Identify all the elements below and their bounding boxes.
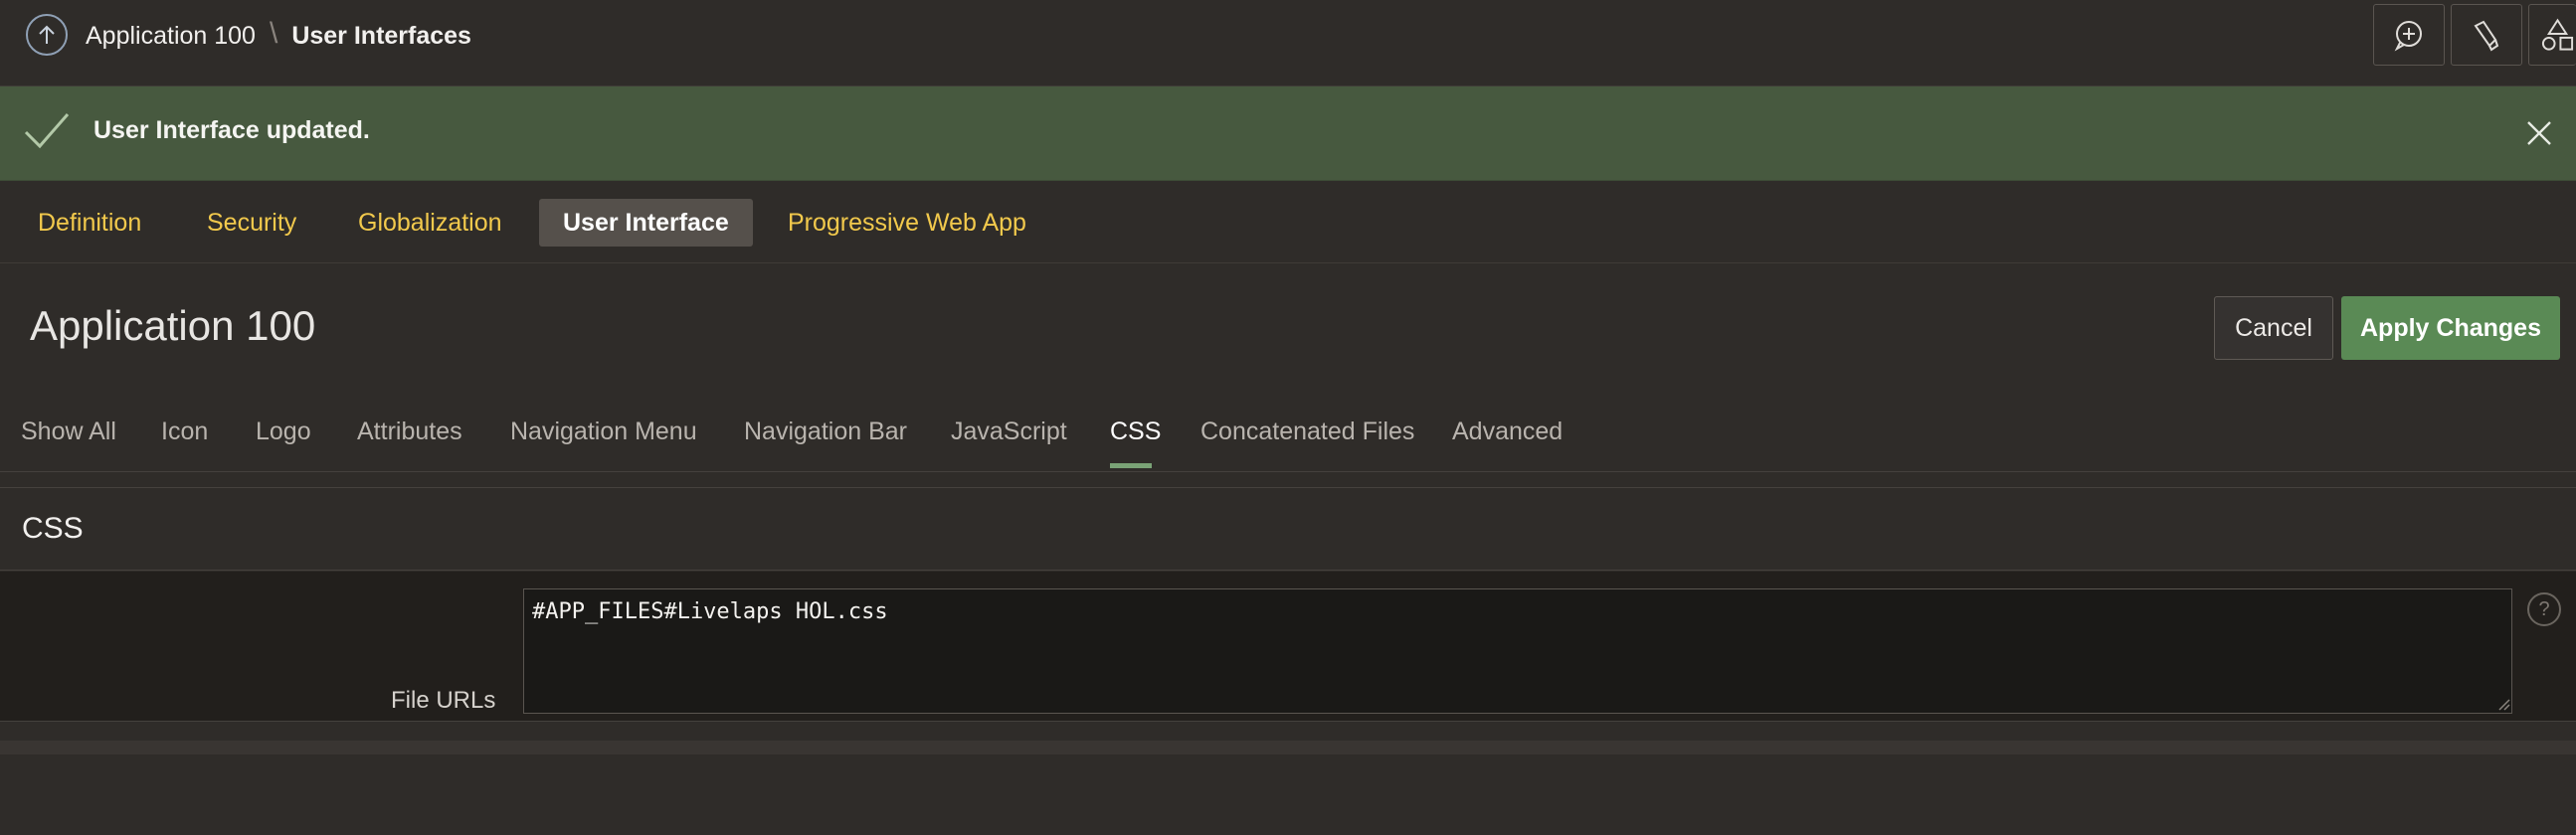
shapes-icon[interactable] [2528, 4, 2576, 66]
active-tab-indicator [1110, 463, 1152, 468]
highlighter-icon[interactable] [2451, 4, 2522, 66]
check-icon [24, 113, 70, 149]
tab-globalization[interactable]: Globalization [334, 199, 526, 247]
apply-changes-button[interactable]: Apply Changes [2341, 296, 2560, 360]
file-urls-textarea[interactable]: #APP_FILES#Livelaps HOL.css [523, 588, 2512, 714]
tab-css[interactable]: CSS [1110, 418, 1161, 446]
up-arrow-icon[interactable] [26, 14, 68, 56]
tab-navigation-menu[interactable]: Navigation Menu [510, 418, 697, 446]
tab-progressive-web-app[interactable]: Progressive Web App [764, 199, 1050, 247]
breadcrumb-separator: \ [269, 17, 278, 50]
tab-definition[interactable]: Definition [14, 199, 165, 247]
help-icon[interactable]: ? [2527, 592, 2561, 626]
cancel-button[interactable]: Cancel [2214, 296, 2333, 360]
page-bottom-strip [0, 741, 2576, 754]
breadcrumb: Application 100 \ User Interfaces [86, 17, 471, 54]
tab-attributes[interactable]: Attributes [357, 418, 462, 446]
region-title: CSS [22, 512, 84, 545]
tab-security[interactable]: Security [183, 199, 320, 247]
tab-javascript[interactable]: JavaScript [951, 418, 1067, 446]
region-header: CSS [0, 488, 2576, 571]
close-icon[interactable] [2526, 120, 2552, 146]
top-bar: Application 100 \ User Interfaces [0, 0, 2576, 86]
tab-icon[interactable]: Icon [161, 418, 208, 446]
tab-advanced[interactable]: Advanced [1452, 418, 1563, 446]
breadcrumb-application[interactable]: Application 100 [86, 22, 256, 51]
success-alert: User Interface updated. [0, 86, 2576, 181]
section-tabs: Show All Icon Logo Attributes Navigation… [0, 398, 2576, 472]
tab-concatenated-files[interactable]: Concatenated Files [1200, 418, 1414, 446]
tab-user-interface[interactable]: User Interface [539, 199, 753, 247]
resize-handle-icon[interactable] [2497, 698, 2511, 712]
comment-add-icon[interactable] [2373, 4, 2445, 66]
breadcrumb-user-interfaces: User Interfaces [291, 21, 471, 50]
app-tabs: Definition Security Globalization User I… [0, 181, 2576, 263]
file-urls-label: File URLs [391, 687, 496, 714]
alert-message: User Interface updated. [93, 116, 370, 144]
page-title: Application 100 [30, 302, 316, 349]
tab-show-all[interactable]: Show All [21, 418, 116, 446]
tab-logo[interactable]: Logo [256, 418, 311, 446]
tab-navigation-bar[interactable]: Navigation Bar [744, 418, 907, 446]
